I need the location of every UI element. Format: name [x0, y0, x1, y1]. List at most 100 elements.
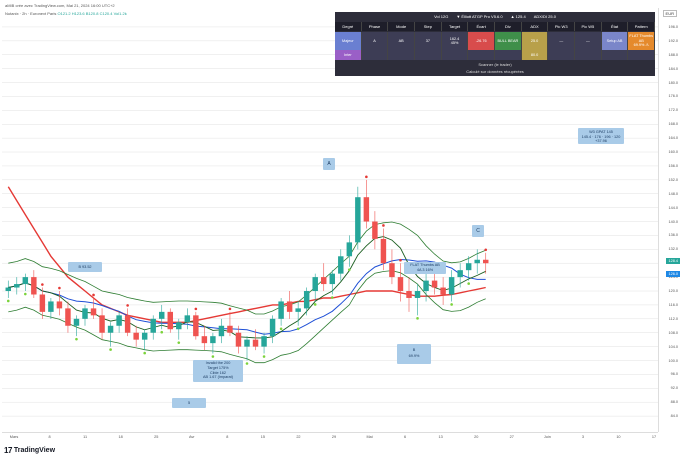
- candle-body: [278, 301, 284, 319]
- price-tick: 192.0: [668, 38, 678, 43]
- panel-cell-inter: [441, 50, 469, 60]
- wave-b-left-label: B 93.52: [68, 262, 102, 272]
- price-tick: 104.0: [668, 344, 678, 349]
- chart-credit: aMIB crée avec TradingView.com, Mai 21, …: [5, 3, 115, 8]
- ohlc-volume: Vol1.2k: [113, 11, 127, 16]
- candle-body: [133, 332, 139, 340]
- info-row-majeur: Majeur A AB 37 162.4 45% -26.76 BULL BEAR 25.0—…: [335, 32, 656, 50]
- time-tick: Mars: [9, 435, 19, 439]
- last-price-tag: 128.4: [666, 257, 680, 264]
- price-tick: 108.0: [668, 330, 678, 335]
- panel-cell-majeur: —: [548, 32, 576, 50]
- price-tick: 88.0: [670, 400, 678, 405]
- panel-cell-majeur: Setup AB: [601, 32, 629, 50]
- panel-col-header: Phase: [362, 22, 389, 31]
- symbol-name: Nutanix · 2h · Euronext Paris: [5, 11, 57, 16]
- title-part: ▲ 125.4: [510, 14, 526, 19]
- panel-cell-inter: [548, 50, 576, 60]
- bullish-dot: [143, 351, 146, 355]
- bullish-dot: [262, 355, 266, 358]
- panel-cell-majeur: BULL BEAR: [495, 32, 522, 50]
- price-tick: 132.0: [668, 247, 678, 252]
- ma-200-line: [7, 186, 486, 323]
- price-tick: 144.0: [668, 205, 678, 210]
- time-axis[interactable]: Mars 8 11 18 25 Avr 8 15 22 29 Mai 6 13 20 27 Juin 3 10 17: [2, 432, 658, 442]
- panel-cell-majeur: —: [575, 32, 602, 50]
- bearish-dot: [399, 258, 402, 262]
- candle-body: [90, 308, 97, 316]
- price-tick: 112.0: [668, 316, 678, 321]
- candle-body: [184, 315, 191, 323]
- candle-body: [116, 315, 122, 326]
- candle-body: [465, 263, 472, 271]
- tradingview-footer[interactable]: 17 TradingView: [4, 443, 55, 457]
- candle-body: [448, 277, 455, 295]
- candle-body: [389, 263, 395, 278]
- ohlc-close: C120.4: [99, 11, 113, 16]
- bullish-dot: [348, 268, 351, 271]
- panel-cell-inter: Inter: [335, 50, 362, 60]
- bullish-dot: [279, 327, 283, 331]
- time-tick: 17: [651, 435, 657, 439]
- time-tick: Juin: [543, 435, 551, 439]
- price-tick: 152.0: [668, 177, 678, 182]
- panel-cell-majeur: A: [361, 32, 389, 50]
- price-tick: 176.0: [668, 94, 678, 99]
- time-tick: 11: [83, 435, 88, 439]
- bearish-dot: [228, 307, 232, 311]
- price-tick: 92.0: [670, 386, 678, 391]
- candle-body: [483, 259, 489, 264]
- time-tick: 3: [581, 435, 584, 439]
- title-part: Vol 12G: [434, 14, 449, 19]
- panel-cell-inter: [415, 50, 442, 60]
- ohlc-high: H123.6: [71, 11, 85, 16]
- candle-body: [252, 339, 259, 347]
- price-axis[interactable]: EUR 196.0 192.0 188.0 184.0 180.0 176.0 172.0 1…: [658, 8, 680, 432]
- grid: [2, 26, 658, 417]
- info-panel-header: Degré Phase Mode Step Target Écart Div ADX Pic W…: [335, 22, 656, 31]
- panel-cell-majeur: FLAT Thumbs AB 69.9% ⚠: [628, 32, 656, 50]
- candle-body: [176, 322, 182, 330]
- flat-thumbs-label: FLAT Thumbs AB 4A 3 16%: [404, 262, 446, 274]
- time-tick: 13: [438, 435, 443, 439]
- panel-cell-majeur: Majeur: [335, 32, 362, 50]
- symbol-legend: Nutanix · 2h · Euronext Paris O121.2 H12…: [5, 11, 127, 16]
- title-part: ADX/DI 25.0: [533, 14, 556, 19]
- time-tick: 18: [118, 435, 123, 439]
- price-tick: 180.0: [668, 80, 678, 85]
- candle-body: [363, 197, 370, 222]
- panel-cell-inter: [388, 50, 416, 60]
- panel-col-header: Step: [415, 22, 442, 31]
- panel-cell-inter: [628, 50, 656, 60]
- bullish-dot: [24, 292, 27, 296]
- candle-body: [201, 336, 208, 344]
- candle-body: [303, 291, 310, 309]
- candle-body: [227, 325, 233, 333]
- panel-cell-inter: [361, 50, 389, 60]
- panel-cell-majeur: 162.4 45%: [441, 32, 469, 50]
- ohlc-low: B120.8: [85, 11, 99, 16]
- price-tick: 184.0: [668, 66, 678, 71]
- bearish-dot: [365, 175, 368, 179]
- candle-body: [14, 284, 20, 288]
- price-tick: 84.0: [670, 414, 678, 419]
- candle-body: [22, 277, 29, 285]
- panel-cell-inter: [468, 50, 496, 60]
- panel-col-header: Mode: [388, 22, 416, 31]
- panel-footnote-1: Scanner (le trader): [478, 62, 512, 67]
- time-tick: 10: [616, 435, 621, 439]
- tradingview-wordmark[interactable]: TradingView: [14, 447, 55, 454]
- candle-body: [210, 336, 216, 344]
- panel-cell-inter: [601, 50, 629, 60]
- candle-body: [397, 277, 404, 292]
- panel-cell-inter: [575, 50, 602, 60]
- price-tick: 164.0: [668, 136, 678, 141]
- panel-col-header: Pic W3: [548, 22, 576, 31]
- candle-body: [107, 325, 114, 333]
- panel-col-header: Pic W5: [575, 22, 602, 31]
- secondary-price-tag: 126.0: [666, 271, 680, 278]
- bullish-dot: [467, 282, 470, 285]
- candle-body: [261, 336, 267, 347]
- currency-label[interactable]: EUR: [662, 10, 677, 17]
- tradingview-logo-icon[interactable]: 17: [4, 446, 12, 455]
